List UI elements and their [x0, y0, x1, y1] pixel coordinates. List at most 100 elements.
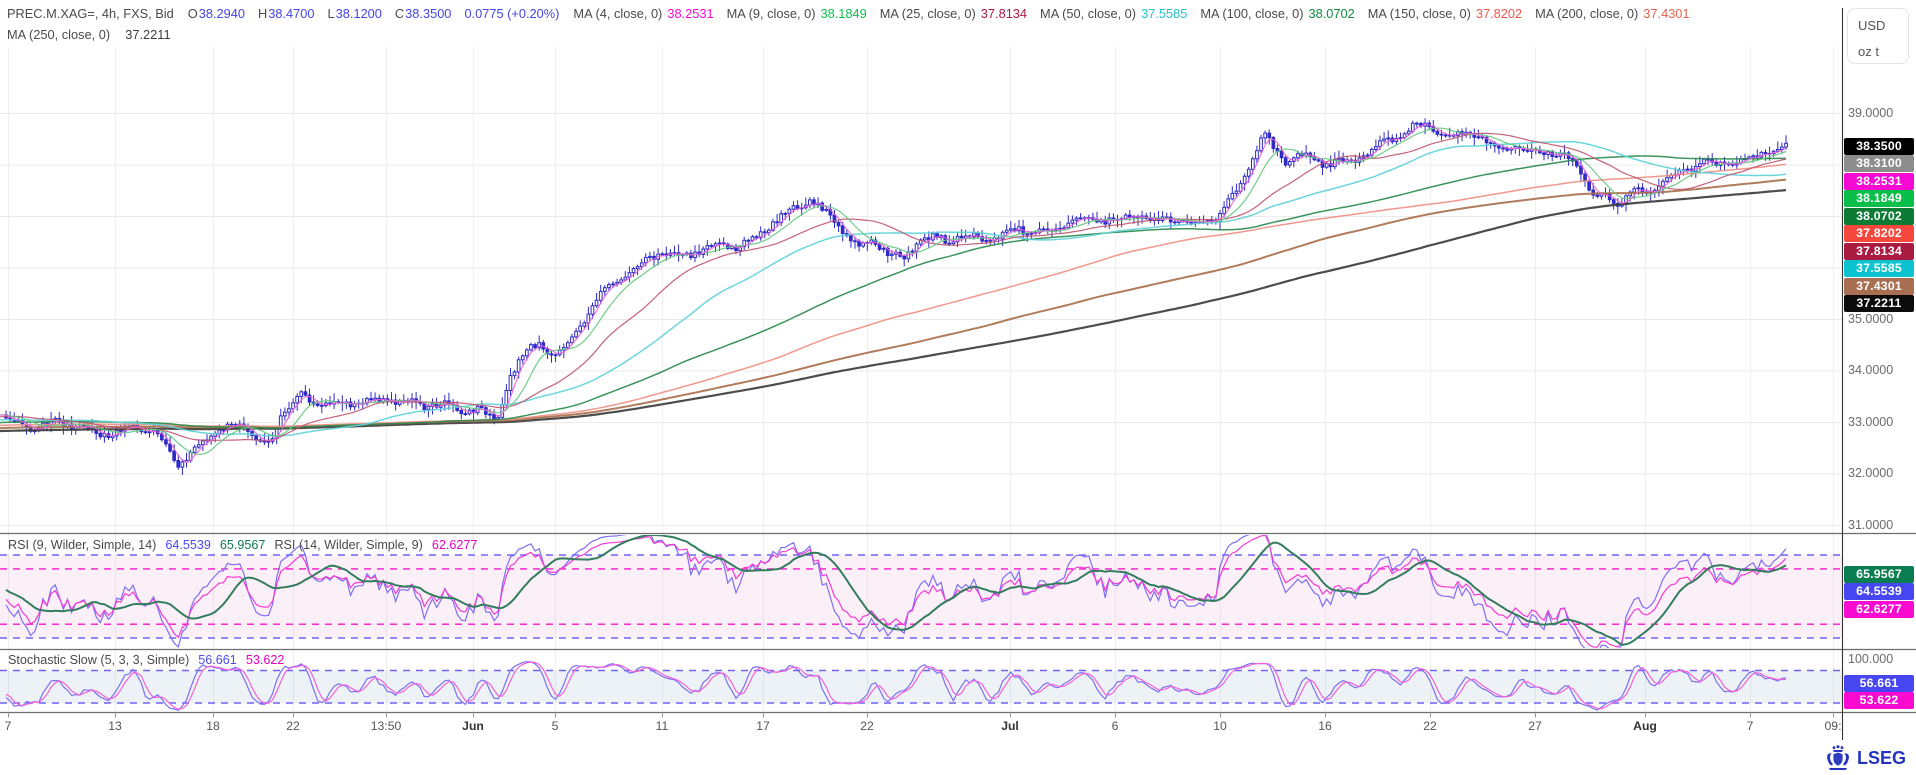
price-tick-39.0000: 39.0000 [1848, 106, 1893, 121]
stoch-value-1: 56.661 [198, 653, 237, 667]
change-value: 0.0775 (+0.20%) [464, 6, 559, 21]
price-tick-31.0000: 31.0000 [1848, 518, 1893, 533]
rsi-title-2: RSI (14, Wilder, Simple, 9) [274, 538, 422, 552]
low-value: 38.1200 [336, 6, 382, 21]
high-value: 38.4700 [268, 6, 314, 21]
ma-legend-value: 37.8134 [981, 6, 1027, 21]
price-tick-32.0000: 32.0000 [1848, 466, 1893, 481]
stoch-tick-100: 100.000 [1848, 652, 1893, 667]
time-label-Jun: Jun [462, 719, 484, 733]
ma-legend-item-50[interactable]: MA (50, close, 0) 37.5585 [1040, 6, 1187, 21]
time-label-22: 22 [1423, 719, 1437, 733]
time-label-7: 7 [1747, 719, 1754, 733]
ma-legend-item-4[interactable]: MA (4, close, 0) 38.2531 [573, 6, 713, 21]
rsi-value-1: 64.5539 [165, 538, 211, 552]
stoch-value-2: 53.622 [246, 653, 285, 667]
ma-legend: MA (4, close, 0) 38.2531 MA (9, close, 0) 3… [573, 6, 1702, 21]
time-label-17: 17 [756, 719, 770, 733]
ma250-value: 37.2211 [125, 27, 170, 42]
price-tick-33.0000: 33.0000 [1848, 415, 1893, 430]
open-value: 38.2940 [199, 6, 245, 21]
rsi-title-1: RSI (9, Wilder, Simple, 14) [8, 538, 156, 552]
ohlc-close: C38.3500 [395, 6, 452, 21]
open-label: O [188, 6, 198, 21]
ma250-label[interactable]: MA (250, close, 0) [7, 27, 110, 42]
lseg-crest-icon [1824, 745, 1852, 771]
ma-legend-value: 37.5585 [1141, 6, 1187, 21]
axis-badge-53.622: 53.622 [1844, 692, 1914, 709]
ma-legend-value: 38.1849 [821, 6, 867, 21]
ma-legend-item-25[interactable]: MA (25, close, 0) 37.8134 [880, 6, 1027, 21]
time-label-6: 6 [1112, 719, 1119, 733]
rsi-value-3: 62.6277 [432, 538, 478, 552]
time-label-22: 22 [860, 719, 874, 733]
ohlc-high: H38.4700 [258, 6, 315, 21]
axis-badge-38.3500: 38.3500 [1844, 138, 1914, 155]
stoch-pane-title[interactable]: Stochastic Slow (5, 3, 3, Simple) 56.661 5… [8, 653, 293, 667]
ohlc-open: O38.2940 [188, 6, 245, 21]
ma-legend-label: MA (150, close, 0) [1368, 6, 1471, 21]
axis-badge-37.8134: 37.8134 [1844, 243, 1914, 260]
axis-badge-65.9567: 65.9567 [1844, 566, 1914, 583]
axis-badge-38.3100: 38.3100 [1844, 155, 1914, 172]
time-label-13: 13 [108, 719, 122, 733]
high-label: H [258, 6, 267, 21]
ma-legend-label: MA (50, close, 0) [1040, 6, 1136, 21]
axis-badge-38.2531: 38.2531 [1844, 173, 1914, 190]
ma-legend-item-150[interactable]: MA (150, close, 0) 37.8202 [1368, 6, 1522, 21]
time-label-10: 10 [1213, 719, 1227, 733]
ma-legend-value: 37.8202 [1476, 6, 1522, 21]
ma-legend-label: MA (9, close, 0) [727, 6, 816, 21]
stoch-band [0, 671, 1842, 704]
time-label-Jul: Jul [1001, 719, 1019, 733]
axis-badge-38.1849: 38.1849 [1844, 190, 1914, 207]
time-label-16: 16 [1318, 719, 1332, 733]
price-tick-34.0000: 34.0000 [1848, 363, 1893, 378]
legend-row-2: MA (250, close, 0) 37.2211 [7, 27, 171, 42]
time-label-5: 5 [552, 719, 559, 733]
time-label-7: 7 [5, 719, 12, 733]
time-label-22: 22 [286, 719, 300, 733]
chart-canvas[interactable] [0, 0, 1916, 745]
axis-badge-37.4301: 37.4301 [1844, 278, 1914, 295]
time-label-13:50: 13:50 [371, 719, 402, 733]
ma-legend-item-100[interactable]: MA (100, close, 0)38.0702 [1200, 6, 1354, 21]
rsi-value-2: 65.9567 [220, 538, 266, 552]
axis-badge-37.2211: 37.2211 [1844, 295, 1914, 312]
ma-legend-value: 37.4301 [1643, 6, 1689, 21]
low-label: L [328, 6, 335, 21]
ma-legend-value: 38.0702 [1308, 6, 1354, 21]
unit-measure: oz t [1858, 42, 1908, 62]
rsi-band [0, 555, 1842, 638]
axis-badge-37.5585: 37.5585 [1844, 260, 1914, 277]
close-label: C [395, 6, 404, 21]
price-tick-35.0000: 35.0000 [1848, 312, 1893, 327]
time-label-11: 11 [656, 719, 669, 733]
unit-box: USD oz t [1847, 8, 1909, 64]
rsi-pane-title[interactable]: RSI (9, Wilder, Simple, 14) 64.5539 65.956… [8, 538, 486, 552]
lseg-logo: LSEG [1824, 745, 1906, 771]
ma-legend-item-9[interactable]: MA (9, close, 0) 38.1849 [727, 6, 867, 21]
stoch-title-label: Stochastic Slow (5, 3, 3, Simple) [8, 653, 189, 667]
ohlc-low: L38.1200 [328, 6, 382, 21]
legend-row-1: PREC.M.XAG=, 4h, FXS, Bid O38.2940 H38.470… [7, 6, 1703, 21]
axis-badge-64.5539: 64.5539 [1844, 583, 1914, 600]
unit-currency: USD [1858, 16, 1908, 36]
ma-legend-value: 38.2531 [667, 6, 713, 21]
lseg-logo-text: LSEG [1857, 748, 1906, 769]
time-label-Aug: Aug [1633, 719, 1657, 733]
ma-legend-label: MA (4, close, 0) [573, 6, 662, 21]
ma-legend-label: MA (200, close, 0) [1535, 6, 1638, 21]
time-label-27: 27 [1528, 719, 1542, 733]
ma-legend-item-200[interactable]: MA (200, close, 0) 37.4301 [1535, 6, 1689, 21]
axis-badge-38.0702: 38.0702 [1844, 208, 1914, 225]
axis-badge-37.8202: 37.8202 [1844, 225, 1914, 242]
time-label-09:: 09: [1825, 719, 1842, 733]
ma-legend-label: MA (25, close, 0) [880, 6, 976, 21]
chart-application: PREC.M.XAG=, 4h, FXS, Bid O38.2940 H38.470… [0, 0, 1916, 775]
instrument-title[interactable]: PREC.M.XAG=, 4h, FXS, Bid [7, 6, 174, 21]
time-label-18: 18 [206, 719, 220, 733]
close-value: 38.3500 [405, 6, 451, 21]
axis-badge-56.661: 56.661 [1844, 675, 1914, 692]
axis-badge-62.6277: 62.6277 [1844, 601, 1914, 618]
